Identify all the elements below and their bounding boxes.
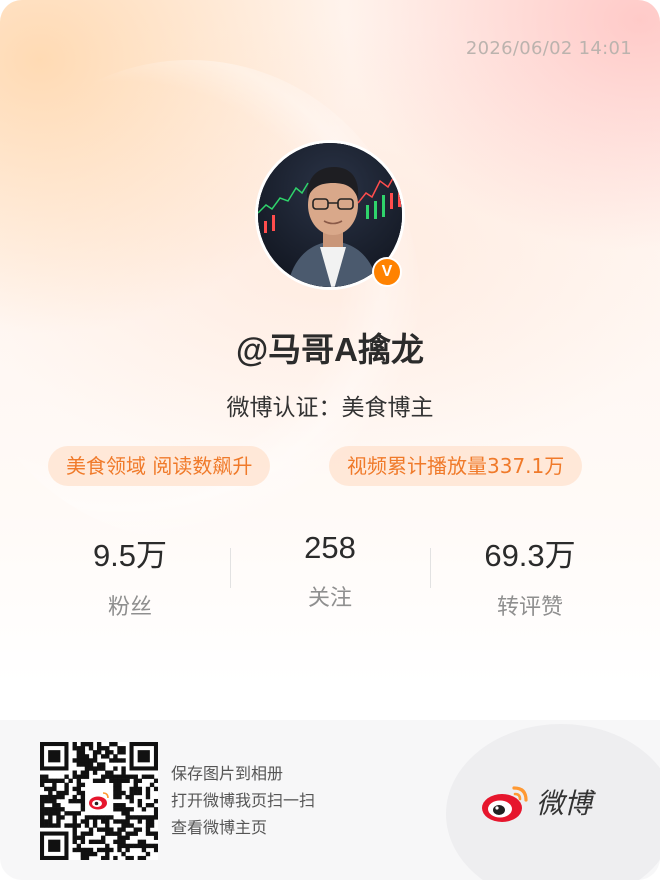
stat-value: 258 xyxy=(304,530,356,565)
avatar-container[interactable]: V xyxy=(255,140,405,290)
timestamp: 2026/06/02 14:01 xyxy=(465,38,632,59)
hint-view-homepage: 查看微博主页 xyxy=(171,818,268,837)
weibo-logo: 微博 xyxy=(480,780,592,824)
hint-save-image: 保存图片到相册 xyxy=(171,764,284,783)
weibo-logo-text: 微博 xyxy=(536,787,593,820)
profile-share-card: 2026/06/02 14:01 V @马哥A擒龙 微博认证：美食博主 美食领域… xyxy=(0,0,660,880)
tag-domain-trending: 美食领域 阅读数飙升 xyxy=(48,446,271,486)
stat-reposts-comments-likes[interactable]: 69.3万 转评赞 xyxy=(430,530,630,621)
stat-followers[interactable]: 9.5万 粉丝 xyxy=(30,530,230,621)
stat-value: 69.3万 xyxy=(484,538,576,573)
stat-label: 粉丝 xyxy=(107,595,152,620)
stat-following[interactable]: 258 关注 xyxy=(230,530,430,612)
tag-video-views: 视频累计播放量337.1万 xyxy=(329,446,583,486)
hint-open-scan: 打开微博我页扫一扫 xyxy=(171,791,316,810)
username: @马哥A擒龙 xyxy=(235,331,424,368)
footer-hints: 保存图片到相册 打开微博我页扫一扫 查看微博主页 xyxy=(171,760,315,841)
stat-value: 9.5万 xyxy=(92,538,168,573)
verification-label: 微博认证：美食博主 xyxy=(226,395,434,421)
weibo-mini-icon xyxy=(87,789,111,813)
stat-label: 关注 xyxy=(307,586,352,611)
verified-badge-icon: V xyxy=(372,257,402,287)
stat-label: 转评赞 xyxy=(496,595,563,620)
weibo-eye-icon xyxy=(482,786,528,822)
qr-code[interactable] xyxy=(40,742,159,861)
